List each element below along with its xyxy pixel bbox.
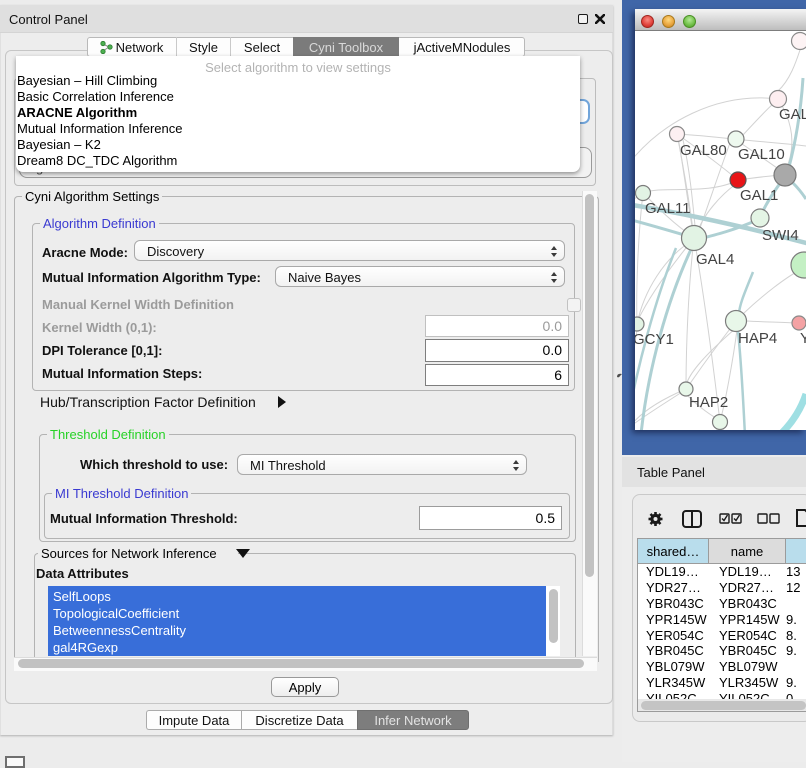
svg-text:Y: Y [800,330,806,347]
svg-text:SWI4: SWI4 [762,227,799,244]
svg-text:GAL11: GAL11 [645,200,691,217]
svg-text:GAL80: GAL80 [680,142,727,159]
svg-text:GAL4: GAL4 [696,251,734,268]
svg-text:GAL: GAL [779,106,806,123]
svg-text:HAP4: HAP4 [738,330,777,347]
svg-text:GAL10: GAL10 [738,146,785,163]
svg-text:GCY1: GCY1 [635,331,674,348]
svg-text:HAP2: HAP2 [689,394,728,411]
svg-text:GAL1: GAL1 [740,187,778,204]
